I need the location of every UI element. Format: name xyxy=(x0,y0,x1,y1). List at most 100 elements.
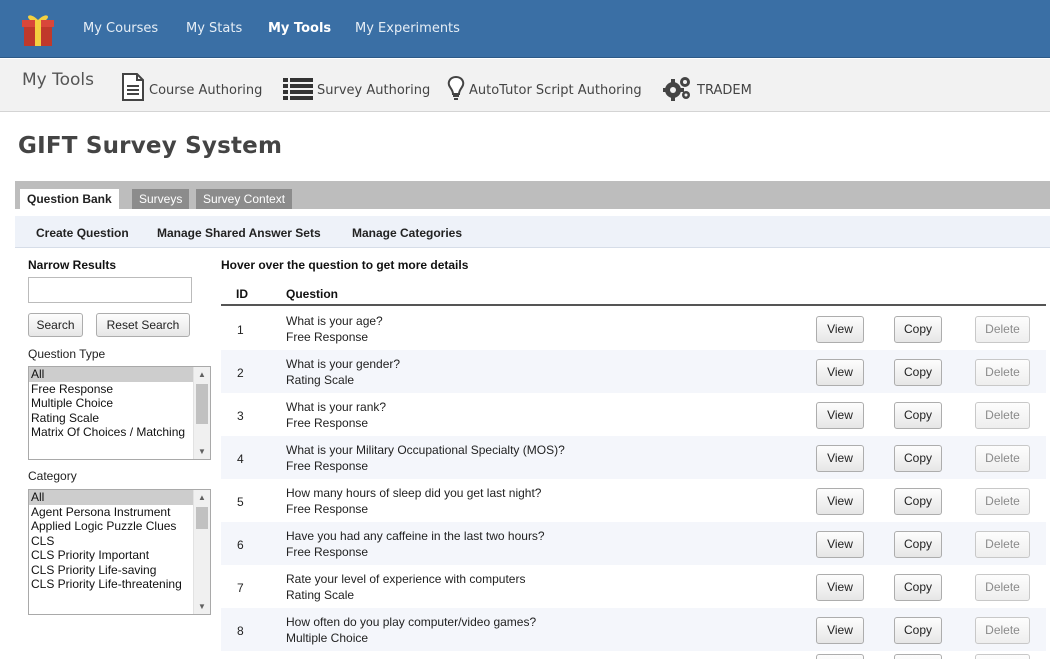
delete-button[interactable]: Delete xyxy=(975,531,1030,558)
row-id: 6 xyxy=(237,538,244,552)
delete-button[interactable]: Delete xyxy=(975,617,1030,644)
delete-button[interactable] xyxy=(975,654,1030,659)
reset-search-button[interactable]: Reset Search xyxy=(96,313,190,337)
search-button[interactable]: Search xyxy=(28,313,83,337)
table-row[interactable]: 5 How many hours of sleep did you get la… xyxy=(221,479,1046,522)
autotutor-script-authoring-label: AutoTutor Script Authoring xyxy=(469,83,642,98)
row-id: 7 xyxy=(237,581,244,595)
tab-question-bank[interactable]: Question Bank xyxy=(20,189,119,209)
nav-my-stats[interactable]: My Stats xyxy=(186,21,242,36)
scrollbar[interactable]: ▲ ▼ xyxy=(193,490,210,614)
list-item[interactable]: Multiple Choice xyxy=(29,396,210,411)
course-authoring-link[interactable]: Course Authoring xyxy=(121,71,262,101)
column-question-header: Question xyxy=(286,287,339,301)
tradem-link[interactable]: TRADEM xyxy=(663,71,752,101)
table-row[interactable]: 7 Rate your level of experience with com… xyxy=(221,565,1046,608)
row-question-type: Free Response xyxy=(286,502,369,516)
scroll-up-icon[interactable]: ▲ xyxy=(198,493,206,502)
page-title: GIFT Survey System xyxy=(18,133,283,159)
copy-button[interactable]: Copy xyxy=(894,445,942,472)
scroll-down-icon[interactable]: ▼ xyxy=(198,602,206,611)
list-item[interactable]: Matrix Of Choices / Matching xyxy=(29,425,210,440)
row-question-type: Free Response xyxy=(286,416,369,430)
view-button[interactable]: View xyxy=(816,617,864,644)
table-header: ID Question xyxy=(221,283,1046,306)
scroll-down-icon[interactable]: ▼ xyxy=(198,447,206,456)
create-question-link[interactable]: Create Question xyxy=(36,226,129,240)
question-type-label: Question Type xyxy=(28,347,106,361)
copy-button[interactable]: Copy xyxy=(894,402,942,429)
action-bar: Create Question Manage Shared Answer Set… xyxy=(15,216,1050,248)
manage-categories-link[interactable]: Manage Categories xyxy=(352,226,462,240)
row-question: Rate your level of experience with compu… xyxy=(286,572,526,586)
row-question: What is your rank? xyxy=(286,400,387,414)
gift-logo-icon[interactable] xyxy=(20,10,56,48)
tab-survey-context[interactable]: Survey Context xyxy=(196,189,293,209)
table-row[interactable]: 2 What is your gender? Rating Scale View… xyxy=(221,350,1046,393)
copy-button[interactable] xyxy=(894,654,942,659)
delete-button[interactable]: Delete xyxy=(975,445,1030,472)
view-button[interactable]: View xyxy=(816,488,864,515)
list-item[interactable]: Agent Persona Instrument xyxy=(29,505,210,520)
survey-authoring-label: Survey Authoring xyxy=(317,83,431,98)
row-question-type: Free Response xyxy=(286,330,369,344)
row-question: How often do you play computer/video gam… xyxy=(286,615,537,629)
scrollbar-thumb[interactable] xyxy=(196,507,208,529)
top-navbar: My Courses My Stats My Tools My Experime… xyxy=(0,0,1050,58)
question-type-listbox[interactable]: All Free Response Multiple Choice Rating… xyxy=(28,366,211,460)
copy-button[interactable]: Copy xyxy=(894,488,942,515)
view-button[interactable]: View xyxy=(816,445,864,472)
view-button[interactable]: View xyxy=(816,316,864,343)
view-button[interactable] xyxy=(816,654,864,659)
list-item[interactable]: All xyxy=(29,490,210,505)
list-item[interactable]: Applied Logic Puzzle Clues xyxy=(29,519,210,534)
nav-my-tools[interactable]: My Tools xyxy=(268,21,331,36)
view-button[interactable]: View xyxy=(816,402,864,429)
tradem-label: TRADEM xyxy=(697,83,752,98)
view-button[interactable]: View xyxy=(816,531,864,558)
table-row[interactable] xyxy=(221,651,1046,659)
table-row[interactable]: 1 What is your age? Free Response View C… xyxy=(221,307,1046,350)
view-button[interactable]: View xyxy=(816,574,864,601)
delete-button[interactable]: Delete xyxy=(975,574,1030,601)
list-item[interactable]: CLS Priority Life-threatening xyxy=(29,577,210,592)
nav-my-experiments[interactable]: My Experiments xyxy=(355,21,460,36)
scrollbar[interactable]: ▲ ▼ xyxy=(193,367,210,459)
list-item[interactable]: All xyxy=(29,367,210,382)
list-item[interactable]: CLS xyxy=(29,534,210,549)
gears-icon xyxy=(663,77,690,101)
survey-authoring-link[interactable]: Survey Authoring xyxy=(283,71,430,101)
delete-button[interactable]: Delete xyxy=(975,359,1030,386)
list-item[interactable]: CLS Priority Important xyxy=(29,548,210,563)
table-row[interactable]: 4 What is your Military Occupational Spe… xyxy=(221,436,1046,479)
scroll-up-icon[interactable]: ▲ xyxy=(198,370,206,379)
table-row[interactable]: 6 Have you had any caffeine in the last … xyxy=(221,522,1046,565)
table-row[interactable]: 3 What is your rank? Free Response View … xyxy=(221,393,1046,436)
hover-hint: Hover over the question to get more deta… xyxy=(221,258,469,272)
table-row[interactable]: 8 How often do you play computer/video g… xyxy=(221,608,1046,651)
copy-button[interactable]: Copy xyxy=(894,617,942,644)
view-button[interactable]: View xyxy=(816,359,864,386)
row-id: 2 xyxy=(237,366,244,380)
nav-my-courses[interactable]: My Courses xyxy=(83,21,158,36)
scrollbar-thumb[interactable] xyxy=(196,384,208,424)
copy-button[interactable]: Copy xyxy=(894,531,942,558)
row-question: Have you had any caffeine in the last tw… xyxy=(286,529,545,543)
tab-surveys[interactable]: Surveys xyxy=(132,189,190,209)
delete-button[interactable]: Delete xyxy=(975,402,1030,429)
category-label: Category xyxy=(28,469,77,483)
delete-button[interactable]: Delete xyxy=(975,316,1030,343)
copy-button[interactable]: Copy xyxy=(894,316,942,343)
manage-shared-answer-sets-link[interactable]: Manage Shared Answer Sets xyxy=(157,226,321,240)
list-item[interactable]: Rating Scale xyxy=(29,411,210,426)
autotutor-script-authoring-link[interactable]: AutoTutor Script Authoring xyxy=(447,71,642,101)
copy-button[interactable]: Copy xyxy=(894,359,942,386)
list-item[interactable]: CLS Priority Life-saving xyxy=(29,563,210,578)
delete-button[interactable]: Delete xyxy=(975,488,1030,515)
list-item[interactable]: Free Response xyxy=(29,382,210,397)
category-listbox[interactable]: All Agent Persona Instrument Applied Log… xyxy=(28,489,211,615)
column-id-header: ID xyxy=(236,287,248,301)
search-input[interactable] xyxy=(28,277,192,303)
copy-button[interactable]: Copy xyxy=(894,574,942,601)
tools-bar: My Tools Course Authoring Survey Authori… xyxy=(0,59,1050,112)
